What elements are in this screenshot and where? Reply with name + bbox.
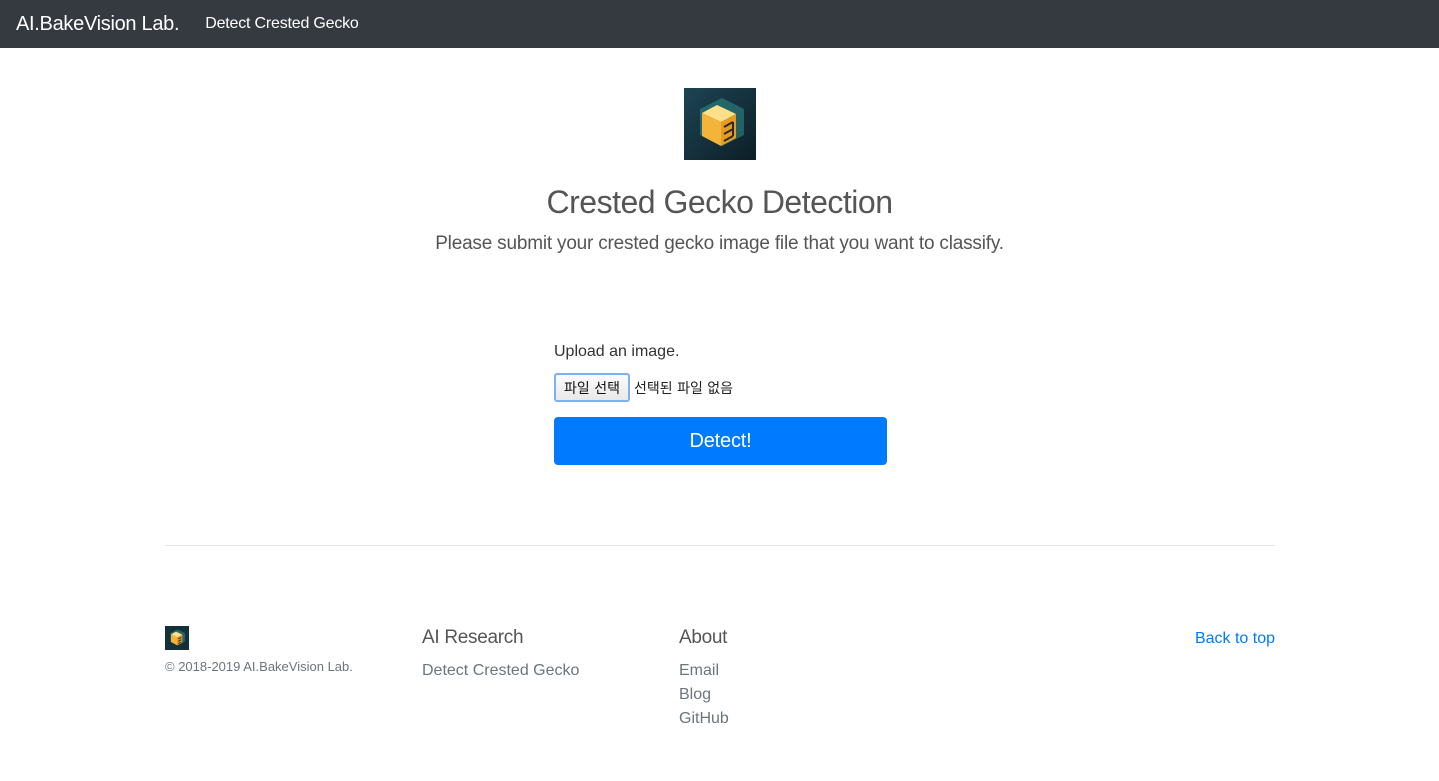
footer-link-email[interactable]: Email (679, 662, 719, 679)
page-title: Crested Gecko Detection (546, 184, 894, 220)
nav-link-detect-crested-gecko[interactable]: Detect Crested Gecko (205, 15, 359, 33)
page-lead-text: Please submit your crested gecko image f… (435, 233, 1004, 254)
footer-about-column: About Email Blog GitHub (679, 626, 729, 731)
footer-about-heading: About (679, 627, 728, 648)
copyright-text: © 2018-2019 AI.BakeVision Lab. (165, 659, 353, 674)
file-status-text: 선택된 파일 없음 (634, 380, 734, 397)
upload-label: Upload an image. (554, 343, 680, 360)
navbar-brand[interactable]: AI.BakeVision Lab. (16, 13, 180, 36)
footer-ai-research-column: AI Research Detect Crested Gecko (422, 626, 579, 683)
footer-ai-research-heading: AI Research (422, 627, 524, 648)
detect-button[interactable]: Detect! (554, 417, 887, 465)
top-navbar: AI.BakeVision Lab. Detect Crested Gecko (0, 0, 1439, 48)
back-to-top-link[interactable]: Back to top (1195, 627, 1275, 651)
file-input: 파일 선택 선택된 파일 없음 (554, 373, 733, 402)
footer-cube-logo-icon (165, 626, 189, 650)
footer-link-detect-crested-gecko[interactable]: Detect Crested Gecko (422, 662, 579, 679)
footer-link-github[interactable]: GitHub (679, 710, 729, 727)
isometric-cube-logo-icon (684, 88, 756, 160)
choose-file-button[interactable]: 파일 선택 (554, 373, 630, 402)
footer-link-blog[interactable]: Blog (679, 686, 711, 703)
footer-divider (165, 545, 1275, 546)
